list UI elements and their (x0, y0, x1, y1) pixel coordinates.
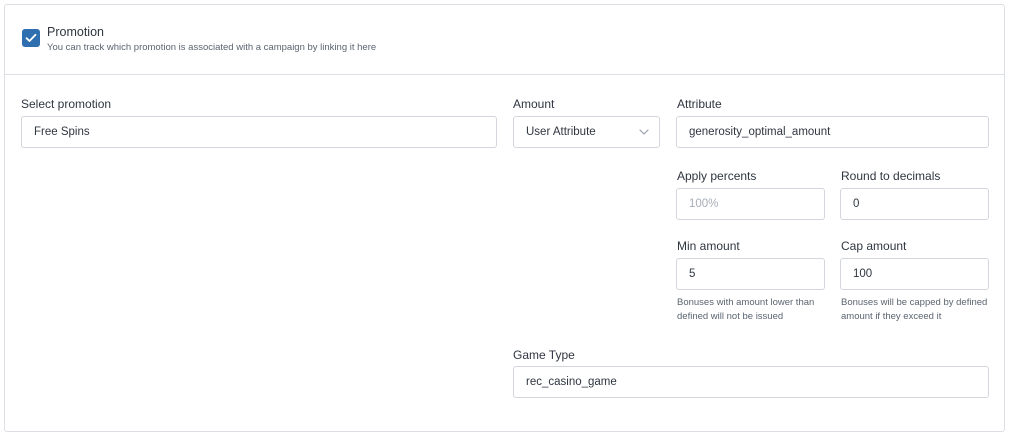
promotion-title: Promotion (47, 25, 104, 39)
amount-select[interactable]: User Attribute (513, 116, 660, 148)
min-amount-label: Min amount (677, 239, 740, 253)
attribute-input[interactable] (676, 116, 989, 148)
amount-select-value: User Attribute (526, 126, 596, 138)
promotion-card: Promotion You can track which promotion … (4, 4, 1005, 432)
apply-percents-label: Apply percents (677, 169, 757, 183)
game-type-input[interactable] (513, 366, 989, 398)
round-to-decimals-input[interactable] (840, 188, 989, 220)
cap-amount-input[interactable] (840, 258, 989, 290)
promotion-subtitle: You can track which promotion is associa… (47, 42, 377, 53)
min-amount-help: Bonuses with amount lower than defined w… (677, 297, 815, 322)
checkmark-icon (25, 33, 37, 42)
chevron-down-icon (639, 129, 649, 135)
cap-amount-label: Cap amount (841, 239, 907, 253)
apply-percents-input[interactable] (676, 188, 825, 220)
attribute-label: Attribute (677, 97, 722, 111)
min-amount-input[interactable] (676, 258, 825, 290)
select-promotion-input[interactable] (21, 116, 497, 148)
promotion-checkbox[interactable] (22, 29, 40, 47)
promotion-header: Promotion You can track which promotion … (5, 5, 1004, 75)
round-to-decimals-label: Round to decimals (841, 169, 941, 183)
amount-label: Amount (513, 97, 555, 111)
select-promotion-label: Select promotion (21, 97, 112, 111)
cap-amount-help: Bonuses will be capped by defined amount… (841, 297, 988, 322)
game-type-label: Game Type (513, 348, 575, 362)
